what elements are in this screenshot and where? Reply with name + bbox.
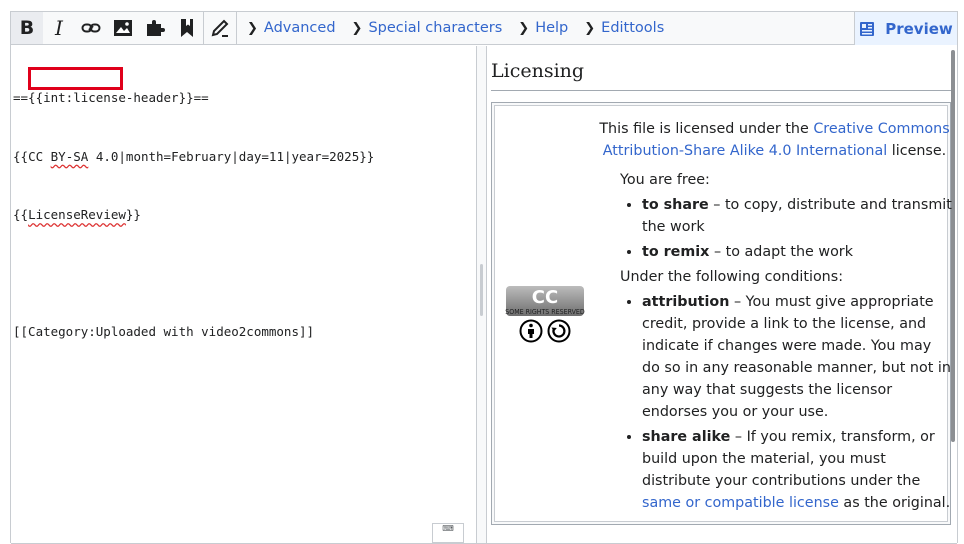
share-alike-icon bbox=[547, 319, 571, 343]
source-text: }} bbox=[125, 207, 141, 222]
chevron-right-icon: ❯ bbox=[584, 20, 596, 36]
term-description: as the original. bbox=[838, 495, 951, 511]
spellcheck-word: BY-SA bbox=[50, 148, 89, 164]
source-line: =={{int:license-header}}== bbox=[13, 88, 476, 108]
license-intro: This file is licensed under the Creative… bbox=[597, 118, 952, 162]
license-text: This file is licensed under the Creative… bbox=[597, 118, 952, 517]
link-icon bbox=[81, 23, 101, 33]
intro-text: license. bbox=[887, 143, 947, 159]
tab-label: Special characters bbox=[368, 20, 503, 36]
term: share alike bbox=[642, 429, 731, 445]
source-line: {{CC BY-SA 4.0|month=February|day=11|yea… bbox=[13, 147, 476, 167]
conditions-heading: Under the following conditions: bbox=[620, 269, 844, 285]
keyboard-icon[interactable]: ⌨ bbox=[432, 523, 464, 543]
tab-label: Help bbox=[535, 20, 569, 36]
list-item: to share – to copy, distribute and trans… bbox=[642, 194, 952, 238]
term-description: – You must give appropriate credit, prov… bbox=[642, 294, 951, 420]
preview-pane: Licensing CC SOME RIGHTS RESERVED This f… bbox=[488, 46, 957, 543]
bold-icon: B bbox=[19, 17, 35, 39]
freedoms-list: to share – to copy, distribute and trans… bbox=[597, 194, 952, 263]
source-text bbox=[43, 149, 51, 164]
reference-button[interactable] bbox=[171, 12, 203, 44]
list-item: to remix – to adapt the work bbox=[642, 241, 952, 263]
source-text: =={{int:license-header}}== bbox=[13, 90, 209, 105]
attribution-icon bbox=[519, 319, 543, 343]
section-heading: Licensing bbox=[491, 60, 951, 91]
source-text: {{ bbox=[13, 207, 29, 222]
link-button[interactable] bbox=[75, 12, 107, 44]
tab-label: Edittools bbox=[601, 20, 665, 36]
free-heading: You are free: bbox=[620, 172, 710, 188]
preview-button[interactable]: Preview bbox=[854, 12, 957, 45]
resize-grip[interactable] bbox=[480, 264, 483, 316]
format-buttons: B I bbox=[11, 12, 203, 44]
source-line: [[Category:Uploaded with video2commons]] bbox=[13, 322, 476, 342]
source-line bbox=[13, 264, 476, 284]
pencil-icon bbox=[211, 19, 229, 37]
wikitext-textarea[interactable]: =={{int:license-header}}== {{CC BY-SA 4.… bbox=[11, 46, 476, 543]
editor-toolbar: B I ❯ Advanced ❯ Special characters ❯ He… bbox=[11, 11, 957, 45]
bookmark-icon bbox=[181, 19, 193, 37]
tab-edittools[interactable]: ❯ Edittools bbox=[574, 12, 670, 44]
spellcheck-word: LicenseReview bbox=[28, 207, 126, 222]
term-description: – to adapt the work bbox=[709, 244, 853, 260]
license-template-box: CC SOME RIGHTS RESERVED This file is lic… bbox=[491, 102, 952, 525]
signature-button[interactable] bbox=[204, 12, 236, 44]
compatible-license-link[interactable]: same or compatible license bbox=[642, 495, 839, 511]
list-item: share alike – If you remix, transform, o… bbox=[642, 426, 952, 514]
highlight-annotation bbox=[28, 67, 123, 90]
italic-icon: I bbox=[55, 16, 63, 40]
list-item: attribution – You must give appropriate … bbox=[642, 291, 952, 423]
tab-label: Advanced bbox=[263, 20, 336, 36]
puzzle-icon bbox=[147, 20, 165, 36]
source-text: [[Category:Uploaded with video2commons]] bbox=[13, 324, 315, 339]
chevron-right-icon: ❯ bbox=[518, 20, 530, 36]
cc-logo[interactable]: CC SOME RIGHTS RESERVED bbox=[505, 286, 585, 343]
term: attribution bbox=[642, 294, 730, 310]
bold-button[interactable]: B bbox=[11, 12, 43, 44]
image-icon bbox=[114, 20, 132, 36]
source-line: {{LicenseReview}} bbox=[13, 205, 476, 225]
intro-text: This file is licensed under the bbox=[599, 121, 814, 137]
image-button[interactable] bbox=[107, 12, 139, 44]
source-text: {{ bbox=[13, 148, 29, 164]
cc-some-rights-reserved: SOME RIGHTS RESERVED bbox=[505, 308, 585, 316]
template-button[interactable] bbox=[139, 12, 171, 44]
source-text: 4.0|month=February|day=11|year=2025}} bbox=[88, 148, 375, 164]
license-template-inner: CC SOME RIGHTS RESERVED This file is lic… bbox=[494, 105, 952, 522]
wikitext-editor: B I ❯ Advanced ❯ Special characters ❯ He… bbox=[10, 11, 958, 544]
tab-advanced[interactable]: ❯ Advanced bbox=[237, 12, 342, 44]
term: to remix bbox=[642, 244, 710, 260]
conditions-list: attribution – You must give appropriate … bbox=[597, 291, 952, 514]
term: to share bbox=[642, 197, 709, 213]
tab-special-characters[interactable]: ❯ Special characters bbox=[342, 12, 509, 44]
cc-icons bbox=[505, 319, 585, 343]
source-text: CC bbox=[28, 148, 44, 164]
tab-help[interactable]: ❯ Help bbox=[508, 12, 574, 44]
preview-label: Preview bbox=[885, 19, 953, 38]
chevron-right-icon: ❯ bbox=[351, 20, 363, 36]
chevron-right-icon: ❯ bbox=[247, 20, 258, 36]
pane-resize-handle[interactable] bbox=[476, 46, 487, 543]
preview-icon bbox=[860, 21, 875, 36]
italic-button[interactable]: I bbox=[43, 12, 75, 44]
